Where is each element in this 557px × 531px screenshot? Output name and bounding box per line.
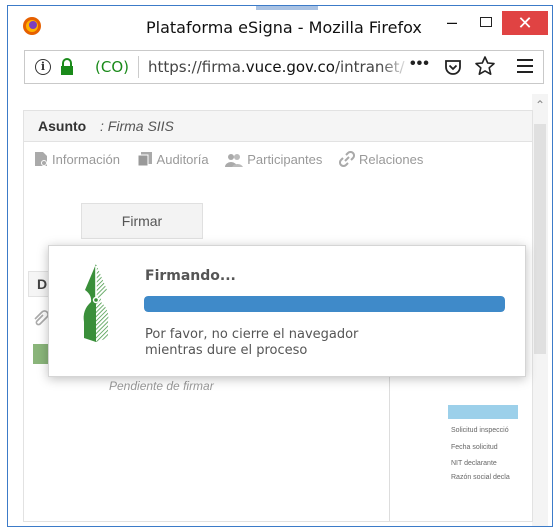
signing-progress-bar <box>144 296 505 312</box>
progress-fill <box>144 296 505 312</box>
address-bar[interactable]: i (CO) https://firma.vuce.gov.co/intrane… <box>24 50 544 84</box>
users-icon <box>225 154 244 167</box>
url-text[interactable]: https://firma.vuce.gov.co/intranet/ <box>148 58 408 76</box>
tab-participantes-label: Participantes <box>247 152 323 167</box>
title-bar: Plataforma eSigna - Mozilla Firefox – ✕ <box>8 6 552 48</box>
minimize-button[interactable]: – <box>440 11 464 35</box>
lock-icon[interactable] <box>59 58 75 76</box>
paperclip-icon[interactable] <box>32 310 48 328</box>
subject-value: : Firma SIIS <box>100 118 174 134</box>
maximize-icon <box>480 17 492 27</box>
scroll-up-arrow-icon[interactable]: ⌃ <box>535 98 545 112</box>
tab-relaciones-label: Relaciones <box>359 152 424 167</box>
page-actions-button[interactable]: ••• <box>410 55 430 73</box>
firmar-button[interactable]: Firmar <box>81 203 203 239</box>
subject-bar: Asunto : Firma SIIS <box>24 111 532 142</box>
document-info-icon <box>35 152 47 166</box>
url-domain: vuce.gov.co <box>245 58 335 76</box>
subject-label: Asunto <box>38 118 87 134</box>
dialog-title: Firmando... <box>145 268 236 284</box>
dialog-message-line2: mientras dure el proceso <box>145 343 308 358</box>
bookmark-star-icon[interactable] <box>474 55 496 77</box>
signing-dialog: Firmando... Por favor, no cierre el nave… <box>48 245 526 377</box>
scroll-thumb[interactable] <box>534 124 546 354</box>
site-identity[interactable]: (CO) <box>95 58 129 76</box>
pocket-icon[interactable] <box>443 57 463 77</box>
maximize-button[interactable] <box>474 11 498 35</box>
dialog-message: Por favor, no cierre el navegador mientr… <box>145 327 358 359</box>
tab-auditoria[interactable]: Auditoría <box>137 151 209 167</box>
hamburger-menu-icon[interactable] <box>517 59 533 77</box>
url-prefix: https://firma. <box>148 58 246 76</box>
link-icon <box>338 150 356 168</box>
tab-participantes[interactable]: Participantes <box>225 152 322 167</box>
browser-window: Plataforma eSigna - Mozilla Firefox – ✕ … <box>7 5 553 527</box>
tab-auditoria-label: Auditoría <box>156 152 209 167</box>
pending-status: Pendiente de firmar <box>109 379 214 393</box>
tab-informacion-label: Información <box>52 152 120 167</box>
title-bar-accent <box>256 6 318 10</box>
documents-header-label: D <box>37 276 48 292</box>
preview-line: Solicitud inspecció <box>451 427 509 434</box>
vertical-scrollbar[interactable]: ⌃ <box>532 94 548 526</box>
url-fade <box>380 53 410 81</box>
preview-line: Fecha solicitud <box>451 444 498 451</box>
preview-title-bar <box>448 405 518 419</box>
urlbar-separator <box>138 56 139 78</box>
firefox-logo-icon <box>23 17 41 35</box>
pen-nib-icon <box>83 264 109 342</box>
tab-bar: Información Auditoría Participantes Rela… <box>34 150 436 168</box>
window-title: Plataforma eSigna - Mozilla Firefox <box>146 18 422 37</box>
close-button[interactable]: ✕ <box>502 11 548 35</box>
info-icon[interactable]: i <box>35 59 51 75</box>
dialog-message-line1: Por favor, no cierre el navegador <box>145 327 359 342</box>
tab-informacion[interactable]: Información <box>34 151 120 167</box>
preview-line: NIT declarante <box>451 460 497 467</box>
copy-icon <box>137 152 152 167</box>
preview-line: Razón social decla <box>451 474 510 481</box>
tab-relaciones[interactable]: Relaciones <box>338 150 424 168</box>
